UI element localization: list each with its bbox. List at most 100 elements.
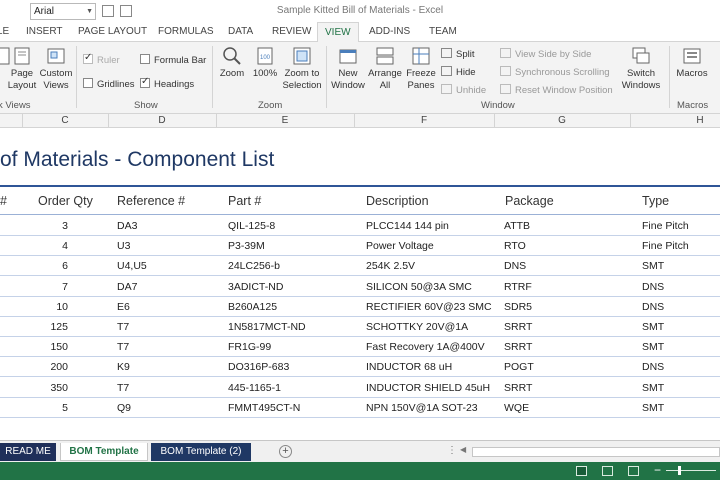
cell-description[interactable]: PLCC144 144 pin: [366, 220, 449, 232]
cell-order-qty[interactable]: 6: [28, 260, 68, 272]
sheet-tab-bom-template-2[interactable]: BOM Template (2): [151, 443, 251, 461]
cell-type[interactable]: SMT: [642, 341, 664, 353]
tab-add-ins[interactable]: ADD-INS: [369, 26, 410, 37]
cell-order-qty[interactable]: 5: [28, 402, 68, 414]
cell-package[interactable]: DNS: [504, 260, 526, 272]
freeze-panes-button[interactable]: Freeze Panes: [404, 46, 438, 92]
reset-window-position-button[interactable]: Reset Window Position: [500, 84, 613, 96]
new-window-button[interactable]: New Window: [330, 46, 366, 92]
cell-package[interactable]: ATTB: [504, 220, 530, 232]
cell-reference[interactable]: DA7: [117, 281, 137, 293]
split-button[interactable]: Split: [441, 48, 474, 60]
custom-views-button[interactable]: Custom Views: [38, 46, 74, 92]
cell-order-qty[interactable]: 350: [28, 382, 68, 394]
column-header-e[interactable]: E: [216, 115, 354, 126]
cell-description[interactable]: NPN 150V@1A SOT-23: [366, 402, 478, 414]
cell-reference[interactable]: T7: [117, 382, 129, 394]
cell-order-qty[interactable]: 150: [28, 341, 68, 353]
cell-order-qty[interactable]: 200: [28, 361, 68, 373]
unhide-button[interactable]: Unhide: [441, 84, 486, 96]
cell-description[interactable]: Power Voltage: [366, 240, 434, 252]
cell-description[interactable]: RECTIFIER 60V@23 SMC: [366, 301, 492, 313]
cell-description[interactable]: INDUCTOR SHIELD 45uH: [366, 382, 490, 394]
cell-part-number[interactable]: FMMT495CT-N: [228, 402, 300, 414]
worksheet[interactable]: of Materials - Component List # Order Qt…: [0, 128, 720, 440]
table-row[interactable]: 3 DA3 QIL-125-8 PLCC144 144 pin ATTB Fine Pit…: [0, 216, 720, 236]
scroll-left-icon[interactable]: ◀: [460, 445, 466, 454]
gridlines-checkbox[interactable]: Gridlines: [83, 78, 135, 90]
cell-part-number[interactable]: 445-1165-1: [228, 382, 281, 394]
table-row[interactable]: 4 U3 P3-39M Power Voltage RTO Fine Pitch: [0, 236, 720, 257]
cell-order-qty[interactable]: 4: [28, 240, 68, 252]
cell-reference[interactable]: T7: [117, 341, 129, 353]
zoom-to-selection-button[interactable]: Zoom to Selection: [281, 46, 323, 92]
page-break-view-icon[interactable]: [628, 466, 639, 476]
tab-insert[interactable]: INSERT: [26, 26, 63, 37]
hide-button[interactable]: Hide: [441, 66, 476, 78]
cell-order-qty[interactable]: 3: [28, 220, 68, 232]
cell-part-number[interactable]: B260A125: [228, 301, 277, 313]
zoom-button[interactable]: Zoom: [216, 46, 248, 80]
zoom-slider[interactable]: [666, 470, 716, 471]
zoom-out-icon[interactable]: −: [654, 463, 661, 477]
zoom-100-button[interactable]: 100 100%: [250, 46, 280, 80]
cell-package[interactable]: SRRT: [504, 341, 532, 353]
sheet-tab-read-me[interactable]: READ ME: [0, 443, 56, 461]
tab-team[interactable]: TEAM: [429, 26, 457, 37]
cell-reference[interactable]: E6: [117, 301, 130, 313]
synchronous-scrolling-button[interactable]: Synchronous Scrolling: [500, 66, 610, 78]
cell-type[interactable]: DNS: [642, 281, 664, 293]
cell-type[interactable]: SMT: [642, 321, 664, 333]
cell-package[interactable]: SDR5: [504, 301, 532, 313]
tab-file[interactable]: FILE: [0, 26, 9, 37]
column-header-g[interactable]: G: [494, 115, 630, 126]
cell-type[interactable]: SMT: [642, 260, 664, 272]
sheet-tab-bom-template[interactable]: BOM Template: [60, 443, 148, 461]
table-row[interactable]: 350 T7 445-1165-1 INDUCTOR SHIELD 45uH SRRT S…: [0, 378, 720, 398]
column-header-f[interactable]: F: [354, 115, 494, 126]
column-header-d[interactable]: D: [108, 115, 216, 126]
cell-part-number[interactable]: DO316P-683: [228, 361, 289, 373]
cell-package[interactable]: SRRT: [504, 321, 532, 333]
tab-view[interactable]: VIEW: [317, 22, 359, 43]
view-side-by-side-button[interactable]: View Side by Side: [500, 48, 591, 60]
formula-bar-checkbox[interactable]: Formula Bar: [140, 54, 206, 66]
cell-description[interactable]: SILICON 50@3A SMC: [366, 281, 472, 293]
page-layout-view-icon[interactable]: [602, 466, 613, 476]
cell-type[interactable]: DNS: [642, 301, 664, 313]
cell-type[interactable]: SMT: [642, 402, 664, 414]
cell-part-number[interactable]: QIL-125-8: [228, 220, 275, 232]
ruler-checkbox[interactable]: Ruler: [83, 52, 120, 66]
cell-reference[interactable]: Q9: [117, 402, 131, 414]
cell-part-number[interactable]: 1N5817MCT-ND: [228, 321, 306, 333]
arrange-all-button[interactable]: Arrange All: [367, 46, 403, 92]
zoom-slider-thumb[interactable]: [678, 466, 681, 475]
cell-part-number[interactable]: 3ADICT-ND: [228, 281, 283, 293]
table-row[interactable]: 6 U4,U5 24LC256-b 254K 2.5V DNS SMT: [0, 256, 720, 277]
cell-order-qty[interactable]: 10: [28, 301, 68, 313]
cell-package[interactable]: WQE: [504, 402, 529, 414]
cell-reference[interactable]: T7: [117, 321, 129, 333]
cell-description[interactable]: Fast Recovery 1A@400V: [366, 341, 485, 353]
cell-reference[interactable]: DA3: [117, 220, 137, 232]
cell-reference[interactable]: U4,U5: [117, 260, 147, 272]
cell-type[interactable]: Fine Pitch: [642, 220, 689, 232]
cell-part-number[interactable]: P3-39M: [228, 240, 265, 252]
column-header-c[interactable]: C: [22, 115, 108, 126]
cell-package[interactable]: RTRF: [504, 281, 532, 293]
tab-page-layout[interactable]: PAGE LAYOUT: [78, 26, 147, 37]
cell-description[interactable]: 254K 2.5V: [366, 260, 415, 272]
cell-package[interactable]: SRRT: [504, 382, 532, 394]
cell-part-number[interactable]: FR1G-99: [228, 341, 271, 353]
add-sheet-icon[interactable]: +: [279, 445, 292, 458]
horizontal-scrollbar[interactable]: [472, 447, 720, 457]
table-row[interactable]: 150 T7 FR1G-99 Fast Recovery 1A@400V SRRT SMT: [0, 337, 720, 358]
cell-order-qty[interactable]: 7: [28, 281, 68, 293]
cell-reference[interactable]: K9: [117, 361, 130, 373]
cell-type[interactable]: SMT: [642, 382, 664, 394]
tab-review[interactable]: REVIEW: [272, 26, 311, 37]
table-row[interactable]: 200 K9 DO316P-683 INDUCTOR 68 uH POGT DNS: [0, 357, 720, 378]
cell-part-number[interactable]: 24LC256-b: [228, 260, 280, 272]
tab-formulas[interactable]: FORMULAS: [158, 26, 214, 37]
tab-split-handle-icon[interactable]: ⋮: [447, 445, 457, 456]
